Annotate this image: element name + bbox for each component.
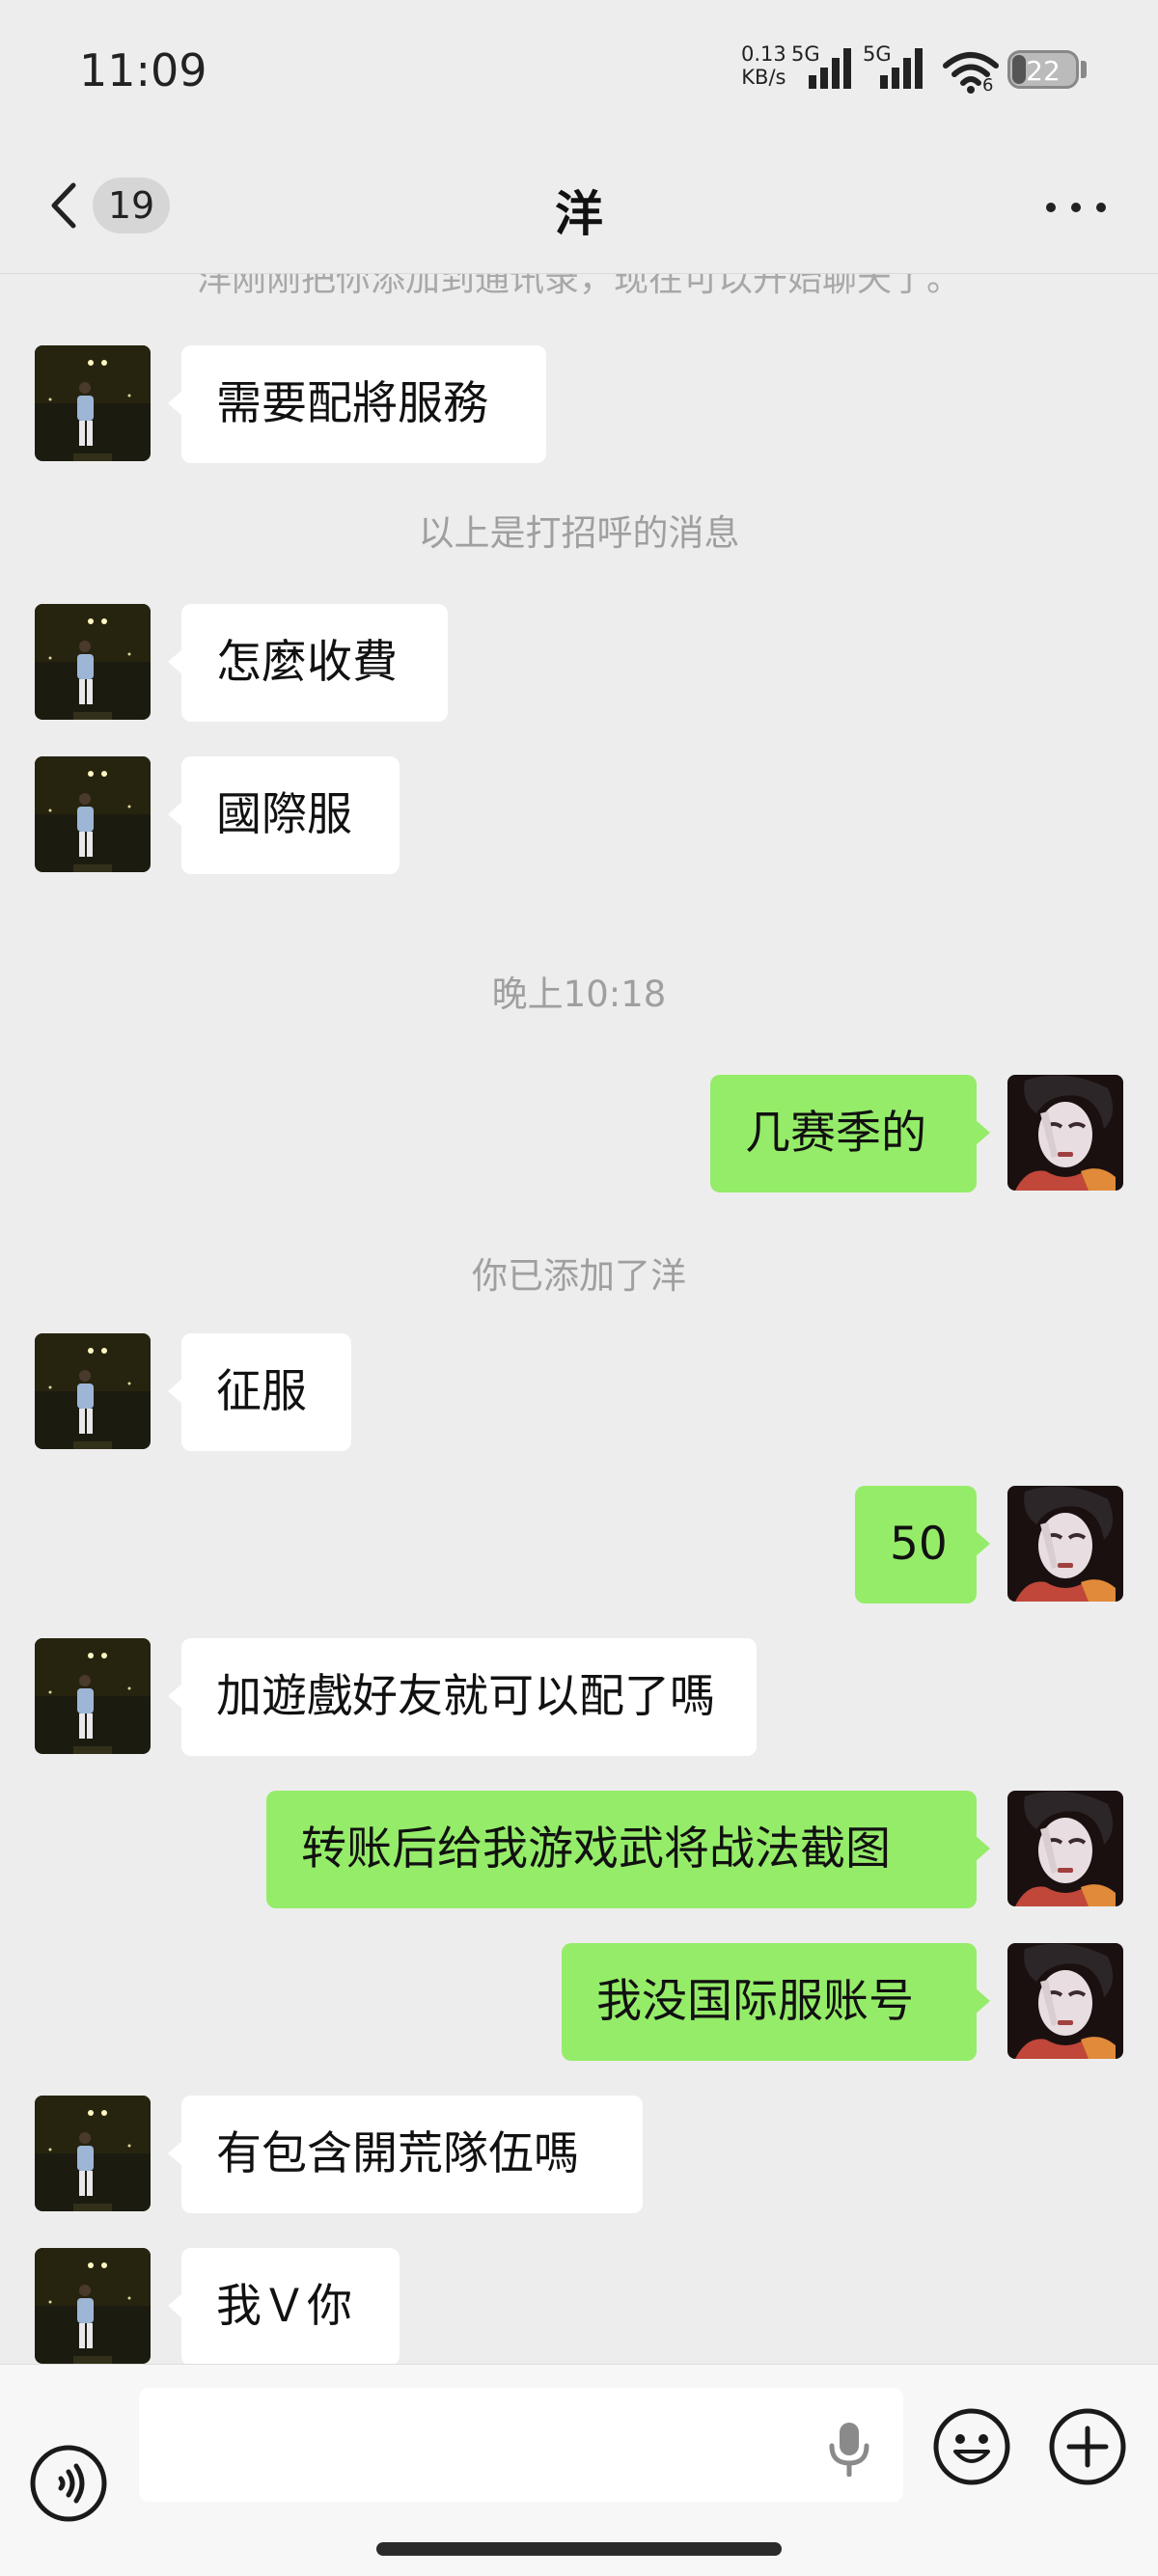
- home-indicator[interactable]: [376, 2542, 782, 2556]
- battery-icon: 22: [1007, 50, 1079, 89]
- timestamp: 晚上10:18: [491, 973, 667, 1015]
- friend-added-notice: 洋刚刚把你添加到通讯录，现在可以开始聊天了。: [196, 274, 961, 299]
- signal-icon: [880, 48, 923, 89]
- contact-avatar[interactable]: [35, 756, 151, 872]
- outgoing-message-bubble[interactable]: 50: [855, 1486, 990, 1603]
- signal-icon: [809, 48, 851, 89]
- network-speed-value: 0.13: [741, 42, 786, 66]
- status-bar: 11:09 0.13 KB/s 5G 5G 6 22: [0, 0, 1158, 145]
- incoming-message-bubble[interactable]: 國際服: [168, 756, 400, 874]
- outgoing-message-bubble[interactable]: 转账后给我游戏武将战法截图: [266, 1791, 990, 1908]
- chat-message-list[interactable]: 洋刚刚把你添加到通讯录，现在可以开始聊天了。 需要配將服務以上是打招呼的消息怎麼…: [0, 274, 1158, 2364]
- plus-icon[interactable]: [1048, 2407, 1127, 2486]
- my-avatar[interactable]: [1007, 1791, 1123, 1906]
- outgoing-message-bubble[interactable]: 我没国际服账号: [562, 1943, 990, 2061]
- my-avatar[interactable]: [1007, 1943, 1123, 2059]
- contact-avatar[interactable]: [35, 604, 151, 720]
- incoming-message-bubble[interactable]: 征服: [168, 1333, 351, 1451]
- input-bar: [0, 2364, 1158, 2576]
- contact-avatar[interactable]: [35, 1638, 151, 1754]
- incoming-message-bubble[interactable]: 加遊戲好友就可以配了嗎: [168, 1638, 757, 1756]
- contact-avatar[interactable]: [35, 2096, 151, 2211]
- contact-avatar[interactable]: [35, 1333, 151, 1449]
- more-icon: [1096, 203, 1106, 212]
- system-message: 你已添加了洋: [472, 1255, 686, 1297]
- contact-avatar[interactable]: [35, 2248, 151, 2364]
- battery-tip: [1081, 61, 1087, 78]
- my-avatar[interactable]: [1007, 1486, 1123, 1602]
- contact-avatar[interactable]: [35, 345, 151, 461]
- system-message: 以上是打招呼的消息: [418, 512, 740, 554]
- status-time: 11:09: [79, 44, 207, 96]
- more-icon: [1046, 203, 1056, 212]
- outgoing-message-bubble[interactable]: 几赛季的: [710, 1075, 990, 1192]
- chat-title: 洋: [555, 186, 603, 242]
- more-button[interactable]: [1042, 187, 1110, 226]
- chat-header: 19 洋: [0, 145, 1158, 274]
- wifi-label: 6: [982, 75, 994, 96]
- incoming-message-bubble[interactable]: 我Ｖ你: [168, 2248, 400, 2364]
- network-speed: 0.13 KB/s: [741, 42, 786, 89]
- incoming-message-bubble[interactable]: 有包含開荒隊伍嗎: [168, 2096, 643, 2213]
- voice-icon[interactable]: [29, 2444, 108, 2523]
- my-avatar[interactable]: [1007, 1075, 1123, 1191]
- incoming-message-bubble[interactable]: 怎麼收費: [168, 604, 448, 722]
- battery-percent: 22: [1026, 55, 1061, 87]
- emoji-icon[interactable]: [932, 2407, 1011, 2486]
- network-speed-unit: KB/s: [741, 66, 786, 89]
- incoming-message-bubble[interactable]: 需要配將服務: [168, 345, 546, 463]
- more-icon: [1071, 203, 1081, 212]
- message-input[interactable]: [139, 2388, 903, 2502]
- microphone-icon[interactable]: [822, 2419, 876, 2477]
